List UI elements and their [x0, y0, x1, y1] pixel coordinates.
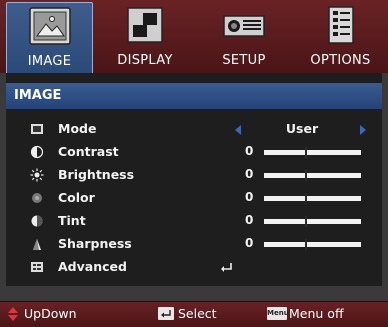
footer-updown-label: UpDown — [24, 306, 77, 321]
footer-bar: UpDown Select Menu Menu off — [0, 301, 388, 327]
advanced-icon — [31, 262, 43, 272]
brightness-slider[interactable] — [264, 170, 361, 181]
color-slider[interactable] — [264, 193, 361, 204]
tab-options[interactable]: OPTIONS — [293, 0, 388, 73]
menu-item-mode[interactable]: Mode User — [6, 118, 382, 141]
menu-item-brightness[interactable]: Brightness 0 — [6, 164, 382, 187]
tint-slider[interactable] — [264, 216, 361, 227]
contrast-icon — [30, 145, 44, 159]
item-label: Color — [58, 190, 95, 205]
arrow-left-icon[interactable] — [235, 125, 241, 135]
tab-bar: IMAGE DISPLAY SETUP OPTIONS — [0, 0, 388, 73]
image-icon — [28, 7, 71, 45]
tint-icon — [31, 215, 43, 227]
brightness-icon — [30, 168, 44, 182]
tab-label: OPTIONS — [310, 53, 371, 68]
tab-setup[interactable]: SETUP — [197, 0, 291, 73]
section-title: IMAGE — [6, 83, 382, 109]
tab-display[interactable]: DISPLAY — [95, 0, 195, 73]
color-icon — [32, 193, 42, 203]
menu-item-color[interactable]: Color 0 — [6, 187, 382, 210]
enter-icon — [221, 263, 232, 272]
item-value: 0 — [245, 213, 254, 227]
setup-icon — [223, 15, 265, 37]
item-value: 0 — [245, 144, 254, 158]
item-value: 0 — [245, 236, 254, 250]
osd-menu: IMAGE DISPLAY SETUP OPTIONS IMAGE Mode U… — [0, 0, 388, 327]
footer-select-label: Select — [178, 306, 217, 321]
menu-item-advanced[interactable]: Advanced — [6, 256, 382, 279]
slider-thumb[interactable] — [305, 193, 307, 204]
menu-item-sharpness[interactable]: Sharpness 0 — [6, 233, 382, 256]
item-value: 0 — [245, 167, 254, 181]
enter-key-icon — [158, 307, 174, 320]
item-label: Sharpness — [58, 236, 132, 251]
item-label: Advanced — [58, 259, 127, 274]
item-value: 0 — [245, 190, 254, 204]
tab-label: IMAGE — [27, 54, 72, 69]
sharpness-icon — [33, 239, 41, 250]
arrow-right-icon[interactable] — [360, 125, 366, 135]
slider-thumb[interactable] — [305, 239, 307, 250]
mode-value: User — [285, 121, 319, 136]
item-label: Contrast — [58, 144, 119, 159]
menu-item-tint[interactable]: Tint 0 — [6, 210, 382, 233]
options-icon — [327, 6, 354, 44]
item-label: Mode — [58, 121, 97, 136]
item-label: Tint — [58, 213, 86, 228]
item-label: Brightness — [58, 167, 135, 182]
contrast-slider[interactable] — [264, 147, 361, 158]
footer-divider — [0, 301, 388, 302]
updown-arrow-icon — [8, 307, 18, 321]
menu-item-contrast[interactable]: Contrast 0 — [6, 141, 382, 164]
sharpness-slider[interactable] — [264, 239, 361, 250]
slider-thumb[interactable] — [305, 170, 307, 181]
slider-thumb[interactable] — [305, 147, 307, 158]
slider-thumb[interactable] — [305, 216, 307, 227]
tab-label: DISPLAY — [117, 53, 173, 68]
menu-key-icon: Menu — [267, 307, 289, 320]
tab-label: SETUP — [222, 53, 266, 68]
tab-image[interactable]: IMAGE — [6, 2, 93, 73]
display-icon — [127, 7, 163, 43]
mode-icon — [31, 124, 43, 134]
footer-menu-off-label: Menu off — [289, 306, 344, 321]
